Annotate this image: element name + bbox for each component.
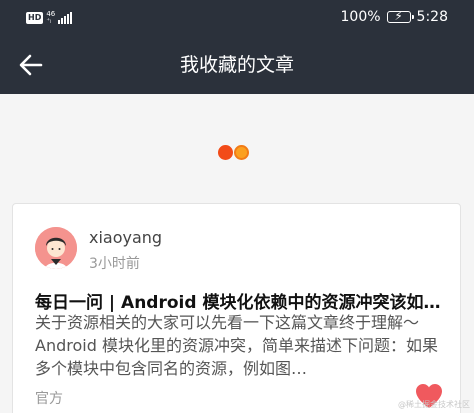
hd-badge: HD [26, 12, 44, 24]
battery-percent: 100% [340, 9, 381, 25]
avatar[interactable] [35, 227, 77, 269]
battery-icon: ⚡ [386, 9, 414, 23]
network-type: 46 ⁺ₗ [46, 11, 55, 25]
watermark: @稀土掘金技术社区 [398, 400, 470, 409]
clock: 5:28 [416, 9, 448, 25]
avatar-illustration [35, 227, 77, 269]
article-title[interactable]: 每日一问 | Android 模块化依赖中的资源冲突该如何解决？ [35, 288, 445, 313]
app-bar: 我收藏的文章 [0, 36, 474, 94]
author-name[interactable]: xiaoyang [89, 228, 162, 247]
status-right: 100% ⚡ 5:28 [341, 9, 448, 25]
article-summary: 关于资源相关的大家可以先看一下这篇文章终于理解～Android 模块化里的资源冲… [35, 313, 438, 378]
status-bar: HD 46 ⁺ₗ 100% ⚡ 5:28 [0, 0, 474, 36]
loading-dot [218, 145, 233, 160]
network-indicators: HD 46 ⁺ₗ [26, 11, 73, 25]
article-card[interactable]: xiaoyang 3小时前 每日一问 | Android 模块化依赖中的资源冲突… [12, 203, 461, 413]
signal-strength-icon [58, 12, 73, 24]
post-time: 3小时前 [89, 256, 140, 272]
category-tag[interactable]: 官方 [35, 388, 63, 408]
loading-indicator [218, 145, 249, 160]
network-type-bottom: ⁺ₗ [46, 17, 52, 25]
loading-dot [234, 145, 249, 160]
page-title: 我收藏的文章 [179, 54, 294, 76]
